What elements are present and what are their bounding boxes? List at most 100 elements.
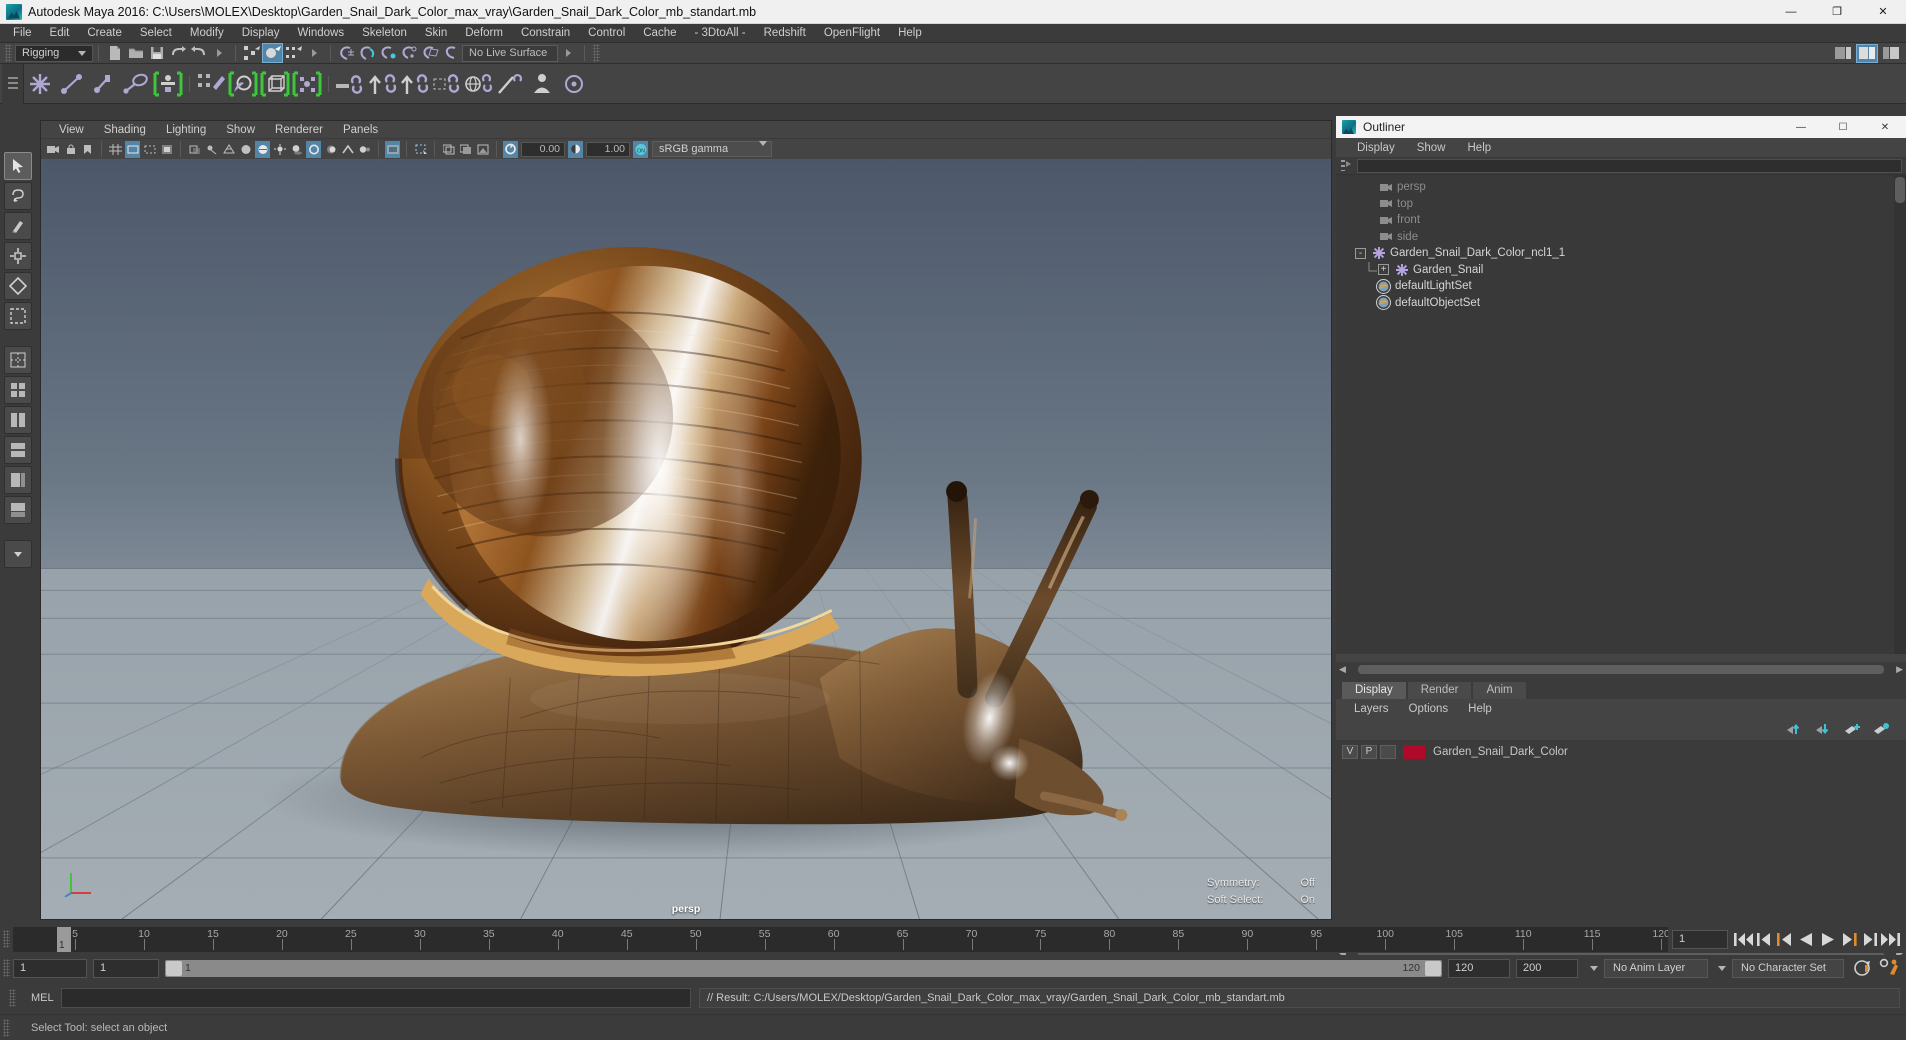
move-layer-down-icon[interactable] bbox=[1815, 722, 1832, 736]
outliner-vertical-scrollbar[interactable] bbox=[1894, 175, 1906, 654]
film-gate-icon[interactable] bbox=[125, 140, 140, 158]
menu-display[interactable]: Display bbox=[233, 24, 289, 42]
layer-list[interactable]: V P Garden_Snail_Dark_Color bbox=[1336, 740, 1906, 944]
outliner-horizontal-scrollbar[interactable]: ◀ ▶ bbox=[1336, 662, 1906, 676]
scale-constraint-icon[interactable] bbox=[431, 68, 461, 100]
range-slider-grip[interactable] bbox=[3, 959, 10, 977]
resolution-gate-icon[interactable] bbox=[142, 141, 157, 158]
outliner-expander-collapse[interactable]: - bbox=[1355, 247, 1366, 259]
new-layer-from-selected-icon[interactable] bbox=[1873, 722, 1890, 736]
lasso-select-tool[interactable] bbox=[4, 182, 32, 210]
step-forward-frame-icon[interactable] bbox=[1861, 932, 1877, 947]
outliner-item-default-object-set[interactable]: defaultObjectSet bbox=[1336, 295, 1906, 312]
layer-menu-layers[interactable]: Layers bbox=[1344, 703, 1399, 715]
viewport-3d-canvas[interactable]: persp Symmetry: Off Soft Select: On bbox=[41, 159, 1331, 919]
motion-blur-icon[interactable] bbox=[323, 141, 338, 158]
paint-skin-weights-icon[interactable] bbox=[196, 68, 226, 100]
current-frame-field[interactable]: 1 bbox=[1672, 929, 1728, 949]
texture-display-icon[interactable] bbox=[475, 141, 490, 158]
scroll-left-arrow-icon[interactable]: ◀ bbox=[1336, 664, 1346, 675]
command-input[interactable] bbox=[61, 988, 691, 1008]
sidebar-channel-box-icon[interactable] bbox=[1880, 44, 1902, 63]
snail-3d-model[interactable] bbox=[41, 159, 1331, 919]
menu-3dtoall[interactable]: - 3DtoAll - bbox=[686, 24, 755, 42]
character-set-field[interactable]: No Character Set bbox=[1732, 958, 1844, 978]
go-to-end-icon[interactable] bbox=[1881, 932, 1900, 947]
gamma-field[interactable]: 1.00 bbox=[586, 141, 630, 157]
viewport-menu-panels[interactable]: Panels bbox=[333, 124, 388, 136]
menu-cache[interactable]: Cache bbox=[634, 24, 685, 42]
new-scene-icon[interactable] bbox=[104, 43, 125, 63]
time-slider-cursor[interactable]: 1 bbox=[57, 926, 71, 952]
play-forwards-icon[interactable] bbox=[1819, 932, 1836, 947]
scroll-right-arrow-icon[interactable]: ▶ bbox=[1896, 664, 1906, 675]
menu-create[interactable]: Create bbox=[78, 24, 131, 42]
outliner-item-side[interactable]: side bbox=[1336, 229, 1906, 246]
shelf-tab-column[interactable] bbox=[2, 63, 24, 104]
shadows-icon[interactable] bbox=[289, 141, 304, 158]
time-slider-track[interactable]: 1 5 10 15 20 25 30 35 40 45 50 55 60 65 70 75 80 85 90 95 1… bbox=[13, 926, 1668, 952]
range-bar[interactable]: 1 120 bbox=[165, 959, 1442, 977]
tab-anim[interactable]: Anim bbox=[1473, 682, 1526, 699]
ik-spline-handle-icon[interactable] bbox=[89, 68, 119, 100]
screen-space-ao-icon[interactable] bbox=[306, 140, 321, 158]
move-layer-up-icon[interactable] bbox=[1786, 722, 1803, 736]
chevron-right-icon[interactable] bbox=[209, 43, 230, 63]
snap-to-curve-icon[interactable] bbox=[357, 43, 378, 63]
smooth-shade-textured-icon[interactable] bbox=[255, 140, 270, 158]
tab-render[interactable]: Render bbox=[1407, 682, 1472, 699]
multisample-aa-icon[interactable] bbox=[340, 141, 355, 158]
scale-tool[interactable] bbox=[4, 302, 32, 330]
anim-layer-dropdown[interactable] bbox=[1712, 965, 1732, 971]
menu-skin[interactable]: Skin bbox=[416, 24, 456, 42]
minimize-button[interactable]: — bbox=[1768, 0, 1814, 24]
select-by-hierarchy-icon[interactable] bbox=[241, 43, 262, 63]
range-handle-left[interactable] bbox=[166, 960, 182, 976]
cluster-deformer-icon[interactable] bbox=[292, 68, 322, 100]
pole-vector-constraint-icon[interactable] bbox=[495, 68, 525, 100]
step-forward-key-icon[interactable] bbox=[1840, 932, 1857, 947]
outliner-filter-icon[interactable] bbox=[1340, 159, 1353, 172]
character-set-icon[interactable] bbox=[527, 68, 557, 100]
menu-openflight[interactable]: OpenFlight bbox=[815, 24, 889, 42]
point-constraint-icon[interactable] bbox=[367, 68, 397, 100]
snap-to-projected-center-icon[interactable] bbox=[399, 43, 420, 63]
status-line-grip[interactable] bbox=[5, 44, 12, 62]
scrollbar-thumb[interactable] bbox=[1895, 177, 1905, 203]
live-surface-field[interactable]: No Live Surface bbox=[462, 44, 558, 62]
tab-display[interactable]: Display bbox=[1342, 682, 1406, 699]
outliner-item-persp[interactable]: persp bbox=[1336, 179, 1906, 196]
new-layer-icon[interactable] bbox=[1844, 722, 1861, 736]
smooth-shade-icon[interactable] bbox=[238, 141, 253, 158]
outliner-menu-help[interactable]: Help bbox=[1457, 142, 1503, 154]
status-line-grip-2[interactable] bbox=[593, 44, 600, 62]
viewport-menu-show[interactable]: Show bbox=[216, 124, 265, 136]
menu-windows[interactable]: Windows bbox=[288, 24, 353, 42]
layer-row[interactable]: V P Garden_Snail_Dark_Color bbox=[1336, 743, 1906, 760]
layout-two-pane-stacked[interactable] bbox=[4, 436, 32, 464]
menu-deform[interactable]: Deform bbox=[456, 24, 512, 42]
xray-toggle-icon[interactable] bbox=[187, 141, 202, 158]
layout-more[interactable] bbox=[4, 540, 32, 568]
outliner-search-input[interactable] bbox=[1357, 158, 1902, 173]
select-tool[interactable] bbox=[4, 152, 32, 180]
close-button[interactable]: ✕ bbox=[1860, 0, 1906, 24]
outliner-item-garden-snail-dark-color-ncl1-1[interactable]: - Garden_Snail_Dark_Color_ncl1_1 bbox=[1336, 245, 1906, 262]
lock-camera-icon[interactable] bbox=[63, 141, 78, 158]
outliner-minimize-button[interactable]: — bbox=[1780, 116, 1822, 138]
chevron-right-icon[interactable] bbox=[558, 43, 579, 63]
outliner-menu-display[interactable]: Display bbox=[1346, 142, 1406, 154]
image-plane-attributes-icon[interactable] bbox=[458, 141, 473, 158]
step-back-frame-icon[interactable] bbox=[1757, 932, 1773, 947]
menu-modify[interactable]: Modify bbox=[181, 24, 233, 42]
help-line-grip[interactable] bbox=[3, 1018, 10, 1037]
quick-rig-icon[interactable] bbox=[559, 68, 589, 100]
animation-preferences-icon[interactable] bbox=[1878, 958, 1900, 978]
range-handle-right[interactable] bbox=[1425, 960, 1441, 976]
layout-two-pane-side[interactable] bbox=[4, 406, 32, 434]
scrollbar-thumb[interactable] bbox=[1357, 664, 1885, 674]
viewport-menu-view[interactable]: View bbox=[49, 124, 94, 136]
layout-four-pane[interactable] bbox=[4, 376, 32, 404]
gamma-icon[interactable] bbox=[568, 140, 583, 158]
layer-menu-help[interactable]: Help bbox=[1458, 703, 1502, 715]
